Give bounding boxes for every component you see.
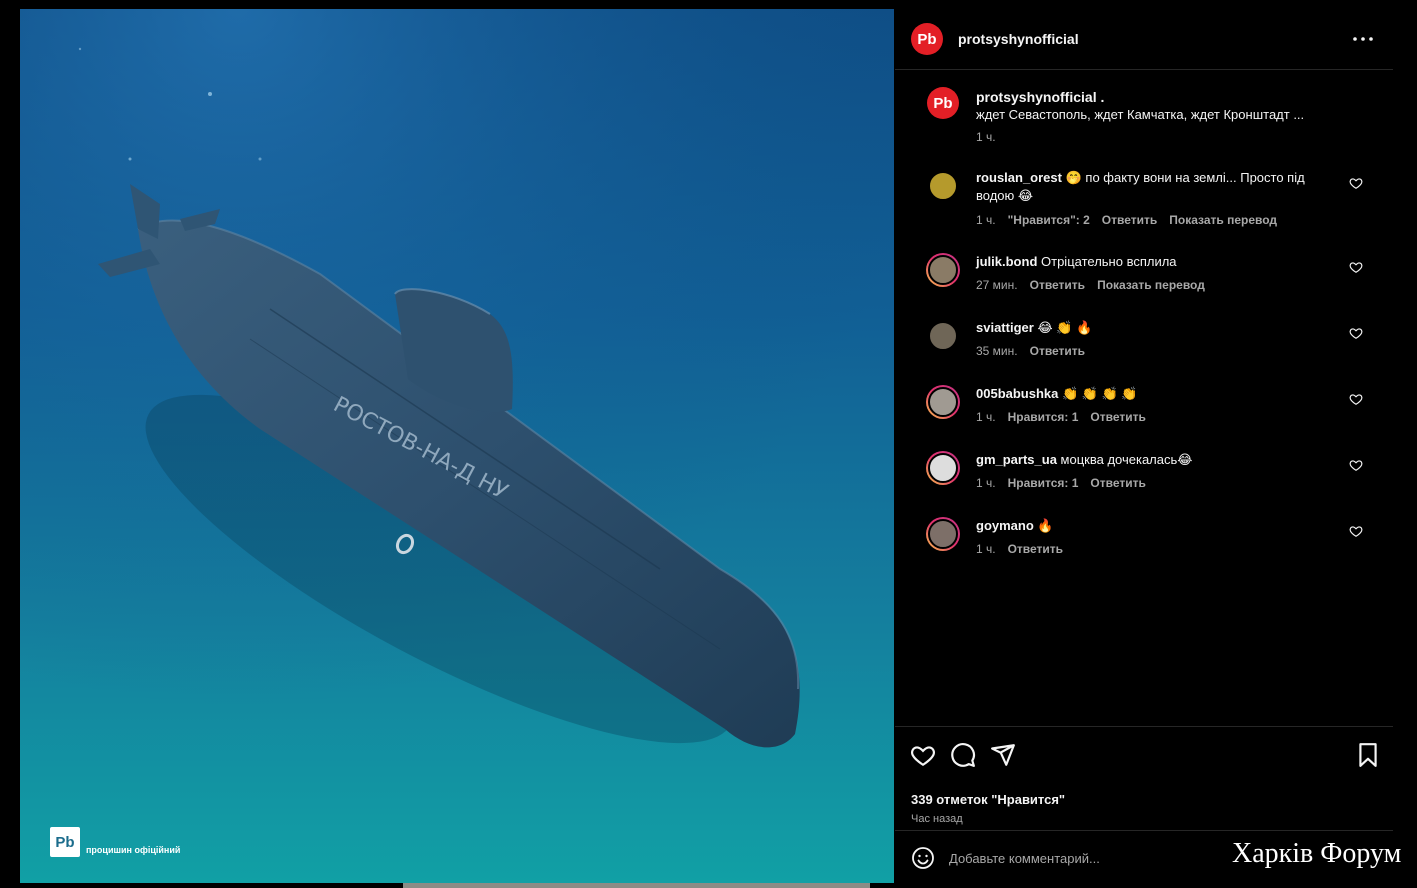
comment-text: моцква дочекалась😂 bbox=[1060, 452, 1193, 467]
comment-item: sviattiger 😂 👏 🔥 35 мин. Ответить bbox=[895, 319, 1393, 379]
comment-item: goymano 🔥 1 ч. Ответить bbox=[895, 517, 1393, 577]
translate-button[interactable]: Показать перевод bbox=[1097, 278, 1205, 292]
more-icon[interactable] bbox=[1351, 29, 1375, 49]
avatar[interactable] bbox=[926, 319, 960, 353]
caption-text: ждет Севастополь, ждет Камчатка, ждет Кр… bbox=[976, 107, 1305, 122]
comment-time: 1 ч. bbox=[976, 542, 996, 556]
avatar[interactable] bbox=[926, 385, 960, 419]
comment-time: 27 мин. bbox=[976, 278, 1018, 292]
heart-icon[interactable] bbox=[1349, 260, 1363, 274]
comment-icon[interactable] bbox=[950, 742, 976, 768]
comment-time: 1 ч. bbox=[976, 476, 996, 490]
translate-button[interactable]: Показать перевод bbox=[1169, 213, 1277, 227]
comment-text: 👏 👏 👏 👏 bbox=[1062, 386, 1138, 401]
comment-time: 35 мин. bbox=[976, 344, 1018, 358]
comment-input[interactable] bbox=[949, 846, 1249, 870]
comment-username[interactable]: sviattiger bbox=[976, 320, 1034, 335]
comment-username[interactable]: gm_parts_ua bbox=[976, 452, 1057, 467]
forum-watermark: Харків Форум bbox=[1232, 838, 1402, 869]
comment-username[interactable]: rouslan_orest bbox=[976, 170, 1062, 185]
share-icon[interactable] bbox=[990, 742, 1016, 768]
avatar[interactable] bbox=[926, 253, 960, 287]
comment-item: julik.bond Отріцательно всплила 27 мин. … bbox=[895, 253, 1393, 313]
bookmark-icon[interactable] bbox=[1355, 742, 1381, 768]
reply-button[interactable]: Ответить bbox=[1030, 344, 1085, 358]
post-image[interactable]: РОСТОВ-НА-Д НУ Pb процишин офіційний bbox=[20, 9, 894, 883]
account-name[interactable]: protsyshynofficial bbox=[958, 31, 1079, 47]
comment-time: 1 ч. bbox=[976, 410, 996, 424]
background-strip bbox=[403, 883, 870, 888]
emoji-icon[interactable] bbox=[911, 846, 935, 870]
post-time: Час назад bbox=[911, 813, 963, 825]
comment-time: 1 ч. bbox=[976, 213, 996, 227]
heart-icon[interactable] bbox=[910, 742, 936, 768]
comment-text: Отріцательно всплила bbox=[1041, 254, 1177, 269]
comment-username[interactable]: julik.bond bbox=[976, 254, 1037, 269]
heart-icon[interactable] bbox=[1349, 176, 1363, 190]
comment-likes[interactable]: Нравится: 1 bbox=[1008, 476, 1079, 490]
reply-button[interactable]: Ответить bbox=[1090, 476, 1145, 490]
post-panel: Pb protsyshynofficial Pb protsyshynoffic… bbox=[895, 9, 1393, 883]
avatar[interactable] bbox=[926, 451, 960, 485]
avatar[interactable] bbox=[926, 517, 960, 551]
comment-likes[interactable]: Нравится: 1 bbox=[1008, 410, 1079, 424]
comment-likes[interactable]: "Нравится": 2 bbox=[1008, 213, 1090, 227]
comment-item: gm_parts_ua моцква дочекалась😂 1 ч. Нрав… bbox=[895, 451, 1393, 511]
brand-logo: Pb bbox=[50, 827, 80, 857]
media-watermark-text: процишин офіційний bbox=[86, 845, 181, 855]
comment-username[interactable]: goymano bbox=[976, 518, 1034, 533]
comment-text: 🔥 bbox=[1037, 518, 1054, 533]
post-header: Pb protsyshynofficial bbox=[895, 9, 1393, 70]
reply-button[interactable]: Ответить bbox=[1008, 542, 1063, 556]
comment-username[interactable]: 005babushka bbox=[976, 386, 1058, 401]
avatar[interactable]: Pb bbox=[911, 23, 943, 55]
post-actions: 339 отметок "Нравится" Час назад bbox=[895, 726, 1393, 831]
comments-list[interactable]: Pb protsyshynofficial . ждет Севастополь… bbox=[895, 71, 1393, 725]
caption-time: 1 ч. bbox=[976, 130, 996, 144]
heart-icon[interactable] bbox=[1349, 458, 1363, 472]
comment-item: rouslan_orest 🤭 по факту вони на землі..… bbox=[895, 169, 1393, 229]
caption-username[interactable]: protsyshynofficial . bbox=[976, 89, 1104, 105]
heart-icon[interactable] bbox=[1349, 524, 1363, 538]
media-watermark: Pb процишин офіційний bbox=[50, 827, 180, 857]
submarine-illustration: РОСТОВ-НА-Д НУ bbox=[20, 9, 894, 883]
heart-icon[interactable] bbox=[1349, 326, 1363, 340]
heart-icon[interactable] bbox=[1349, 392, 1363, 406]
comment-text: 😂 👏 🔥 bbox=[1037, 320, 1093, 335]
caption-avatar[interactable]: Pb bbox=[927, 87, 959, 119]
avatar[interactable] bbox=[926, 169, 960, 203]
reply-button[interactable]: Ответить bbox=[1030, 278, 1085, 292]
reply-button[interactable]: Ответить bbox=[1102, 213, 1157, 227]
comment-item: 005babushka 👏 👏 👏 👏 1 ч. Нравится: 1 Отв… bbox=[895, 385, 1393, 445]
likes-count[interactable]: 339 отметок "Нравится" bbox=[911, 792, 1065, 807]
reply-button[interactable]: Ответить bbox=[1090, 410, 1145, 424]
